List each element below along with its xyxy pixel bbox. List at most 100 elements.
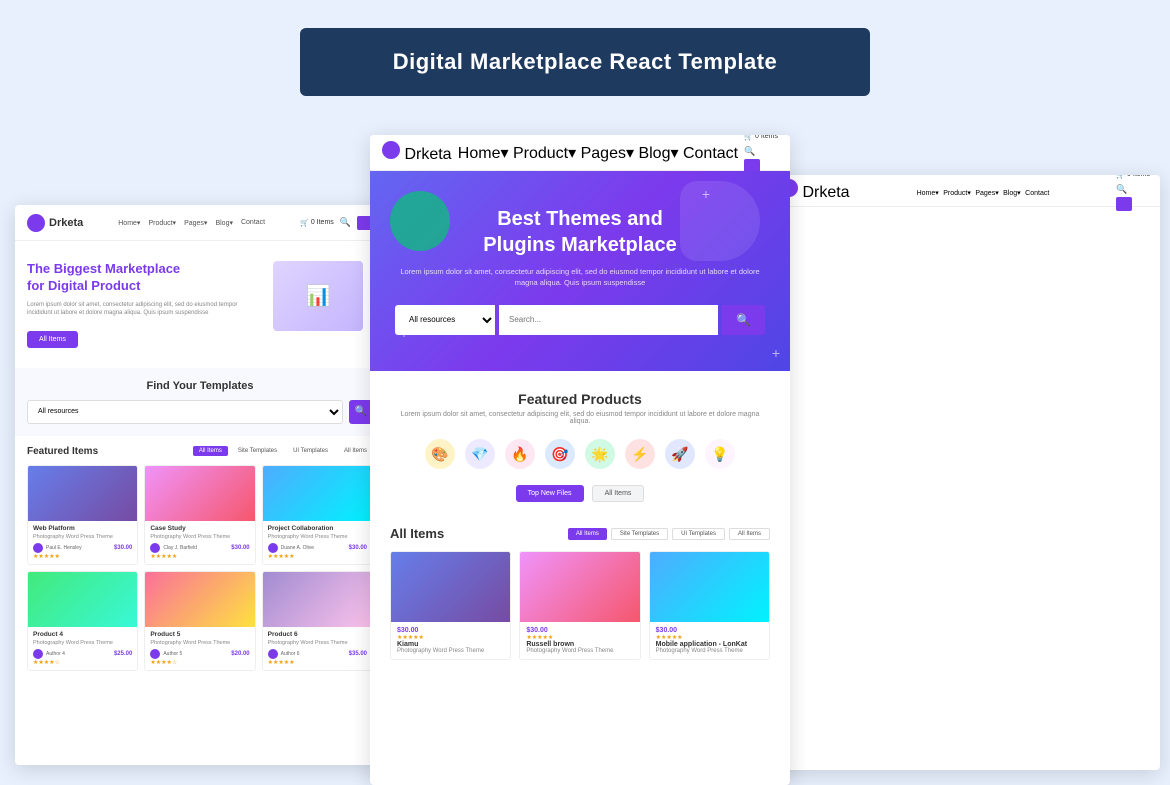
center-hero-heading: Best Themes and Plugins Marketplace bbox=[395, 206, 765, 258]
category-icon-5[interactable]: 🌟 bbox=[585, 439, 615, 469]
product-category: Photography Word Press Theme bbox=[150, 534, 249, 540]
center-hero: + + + Best Themes and Plugins Marketplac… bbox=[370, 171, 790, 371]
cart-button[interactable]: 🛒 0 Items bbox=[300, 219, 334, 227]
search-icon[interactable]: 🔍 bbox=[744, 146, 755, 156]
category-icon-1[interactable]: 🎨 bbox=[425, 439, 455, 469]
tab-top-new-files[interactable]: Top New Files bbox=[516, 485, 584, 502]
list-item: $30.00 ★★★★★ Mobile application - LonKat… bbox=[649, 551, 770, 660]
avatar bbox=[150, 649, 160, 659]
hero-search-button[interactable]: 🔍 bbox=[722, 305, 765, 335]
tab-all-items-2[interactable]: All Items bbox=[338, 446, 373, 456]
product-thumbnail bbox=[145, 572, 254, 627]
product-category: Photography Word Press Theme bbox=[268, 640, 367, 646]
search-icon[interactable]: 🔍 bbox=[1116, 184, 1127, 194]
product-name: Product 5 bbox=[150, 631, 249, 638]
featured-heading: Featured Items bbox=[27, 446, 98, 457]
center-logo-text: Drketa bbox=[404, 146, 451, 163]
left-logo: Drketa bbox=[27, 214, 83, 232]
all-items-heading: All Items bbox=[390, 526, 444, 541]
featured-products-description: Lorem ipsum dolor sit amet, consectetur … bbox=[390, 411, 770, 425]
list-item: Case Study Photography Word Press Theme … bbox=[144, 465, 255, 565]
product-info: Product 6 Photography Word Press Theme A… bbox=[263, 627, 372, 670]
category-icon-7[interactable]: 🚀 bbox=[665, 439, 695, 469]
list-item: $30.00 ★★★★★ Kiamu Photography Word Pres… bbox=[390, 551, 511, 660]
product-thumbnail bbox=[145, 466, 254, 521]
right-logo: Drketa bbox=[780, 179, 850, 202]
ai-tab-ui[interactable]: UI Templates bbox=[672, 528, 725, 540]
all-items-tabs: All Items Site Templates UI Templates Al… bbox=[568, 528, 770, 540]
ai-tab-all[interactable]: All Items bbox=[568, 528, 607, 540]
right-navbar: Drketa Home▾ Product▾ Pages▾ Blog▾ Conta… bbox=[770, 175, 1160, 207]
product-category: Photography Word Press Theme bbox=[397, 648, 504, 654]
star-rating: ★★★★★ bbox=[397, 634, 504, 641]
product-name: Kiamu bbox=[397, 641, 504, 648]
menu-button[interactable] bbox=[1116, 197, 1132, 211]
left-hero-description: Lorem ipsum dolor sit amet, consectetur … bbox=[27, 301, 263, 318]
left-hero: The Biggest Marketplace for Digital Prod… bbox=[15, 241, 385, 368]
product-info: Product 5 Photography Word Press Theme A… bbox=[145, 627, 254, 670]
category-icon-8[interactable]: 💡 bbox=[705, 439, 735, 469]
star-rating: ★★★★★ bbox=[526, 634, 633, 641]
center-nav-links: Home▾ Product▾ Pages▾ Blog▾ Contact bbox=[458, 143, 738, 163]
product-info: Product 4 Photography Word Press Theme A… bbox=[28, 627, 137, 670]
hero-resources-select[interactable]: All resources bbox=[395, 305, 495, 335]
left-hero-text: The Biggest Marketplace for Digital Prod… bbox=[27, 261, 263, 348]
author-name: Author 4 bbox=[46, 651, 65, 657]
category-icon-2[interactable]: 💎 bbox=[465, 439, 495, 469]
author-name: Author 6 bbox=[281, 651, 300, 657]
page-title: Digital Marketplace React Template bbox=[393, 49, 778, 75]
category-icons-row: 🎨 💎 🔥 🎯 🌟 ⚡ 🚀 💡 bbox=[390, 439, 770, 469]
product-thumbnail bbox=[263, 572, 372, 627]
right-screenshot: Drketa Home▾ Product▾ Pages▾ Blog▾ Conta… bbox=[770, 175, 1160, 770]
resources-select[interactable]: All resources bbox=[27, 400, 343, 424]
product-name: Product 4 bbox=[33, 631, 132, 638]
featured-items-section: Featured Items All Items Site Templates … bbox=[15, 436, 385, 681]
price: $25.00 bbox=[114, 651, 132, 657]
logo-icon bbox=[27, 214, 45, 232]
star-rating: ★★★★★ bbox=[150, 553, 249, 560]
featured-header: Featured Items All Items Site Templates … bbox=[27, 446, 373, 457]
author-name: Author 5 bbox=[163, 651, 182, 657]
list-item: $30.00 ★★★★★ Russell brown Photography W… bbox=[519, 551, 640, 660]
ai-tab-all-2[interactable]: All Items bbox=[729, 528, 770, 540]
tab-all-items[interactable]: All Items bbox=[193, 446, 228, 456]
price: $20.00 bbox=[231, 651, 249, 657]
left-navbar: Drketa Home▾ Product▾ Pages▾ Blog▾ Conta… bbox=[15, 205, 385, 241]
product-name: Mobile application - LonKat bbox=[656, 641, 763, 648]
cart-button[interactable]: 🛒 0 Items bbox=[1116, 175, 1150, 179]
product-category: Photography Word Press Theme bbox=[526, 648, 633, 654]
find-templates-heading: Find Your Templates bbox=[27, 380, 373, 392]
category-icon-6[interactable]: ⚡ bbox=[625, 439, 655, 469]
right-nav-icons: 🛒 0 Items 🔍 bbox=[1116, 175, 1150, 211]
tab-ui-templates[interactable]: UI Templates bbox=[287, 446, 334, 456]
product-thumbnail bbox=[520, 552, 639, 622]
price: $30.00 bbox=[397, 627, 504, 634]
product-name: Web Platform bbox=[33, 525, 132, 532]
hero-search-input[interactable] bbox=[499, 305, 718, 335]
ai-tab-site[interactable]: Site Templates bbox=[611, 528, 668, 540]
hero-illustration bbox=[273, 261, 363, 331]
product-thumbnail bbox=[650, 552, 769, 622]
product-info: Case Study Photography Word Press Theme … bbox=[145, 521, 254, 564]
price: $30.00 bbox=[349, 545, 367, 551]
center-hero-description: Lorem ipsum dolor sit amet, consectetur … bbox=[395, 266, 765, 289]
category-icon-4[interactable]: 🎯 bbox=[545, 439, 575, 469]
search-icon[interactable]: 🔍 bbox=[340, 217, 351, 228]
center-nav-icons: 🛒 0 Items 🔍 bbox=[744, 135, 778, 173]
author-name: Paul E. Hensley bbox=[46, 545, 82, 551]
price: $35.00 bbox=[349, 651, 367, 657]
product-name: Russell brown bbox=[526, 641, 633, 648]
left-hero-heading: The Biggest Marketplace for Digital Prod… bbox=[27, 261, 263, 295]
tab-site-templates[interactable]: Site Templates bbox=[232, 446, 283, 456]
featured-tabs: All Items Site Templates UI Templates Al… bbox=[193, 446, 373, 456]
all-items-button[interactable]: All Items bbox=[27, 331, 78, 348]
product-thumbnail bbox=[28, 466, 137, 521]
left-logo-text: Drketa bbox=[49, 217, 83, 229]
category-icon-3[interactable]: 🔥 bbox=[505, 439, 535, 469]
deco-plus-3: + bbox=[772, 345, 780, 361]
left-nav-links: Home▾ Product▾ Pages▾ Blog▾ Contact bbox=[118, 219, 265, 227]
price: $30.00 bbox=[656, 627, 763, 634]
cart-button[interactable]: 🛒 0 Items bbox=[744, 135, 778, 141]
tab-all-items[interactable]: All Items bbox=[592, 485, 645, 502]
right-nav-links: Home▾ Product▾ Pages▾ Blog▾ Contact bbox=[917, 182, 1050, 200]
